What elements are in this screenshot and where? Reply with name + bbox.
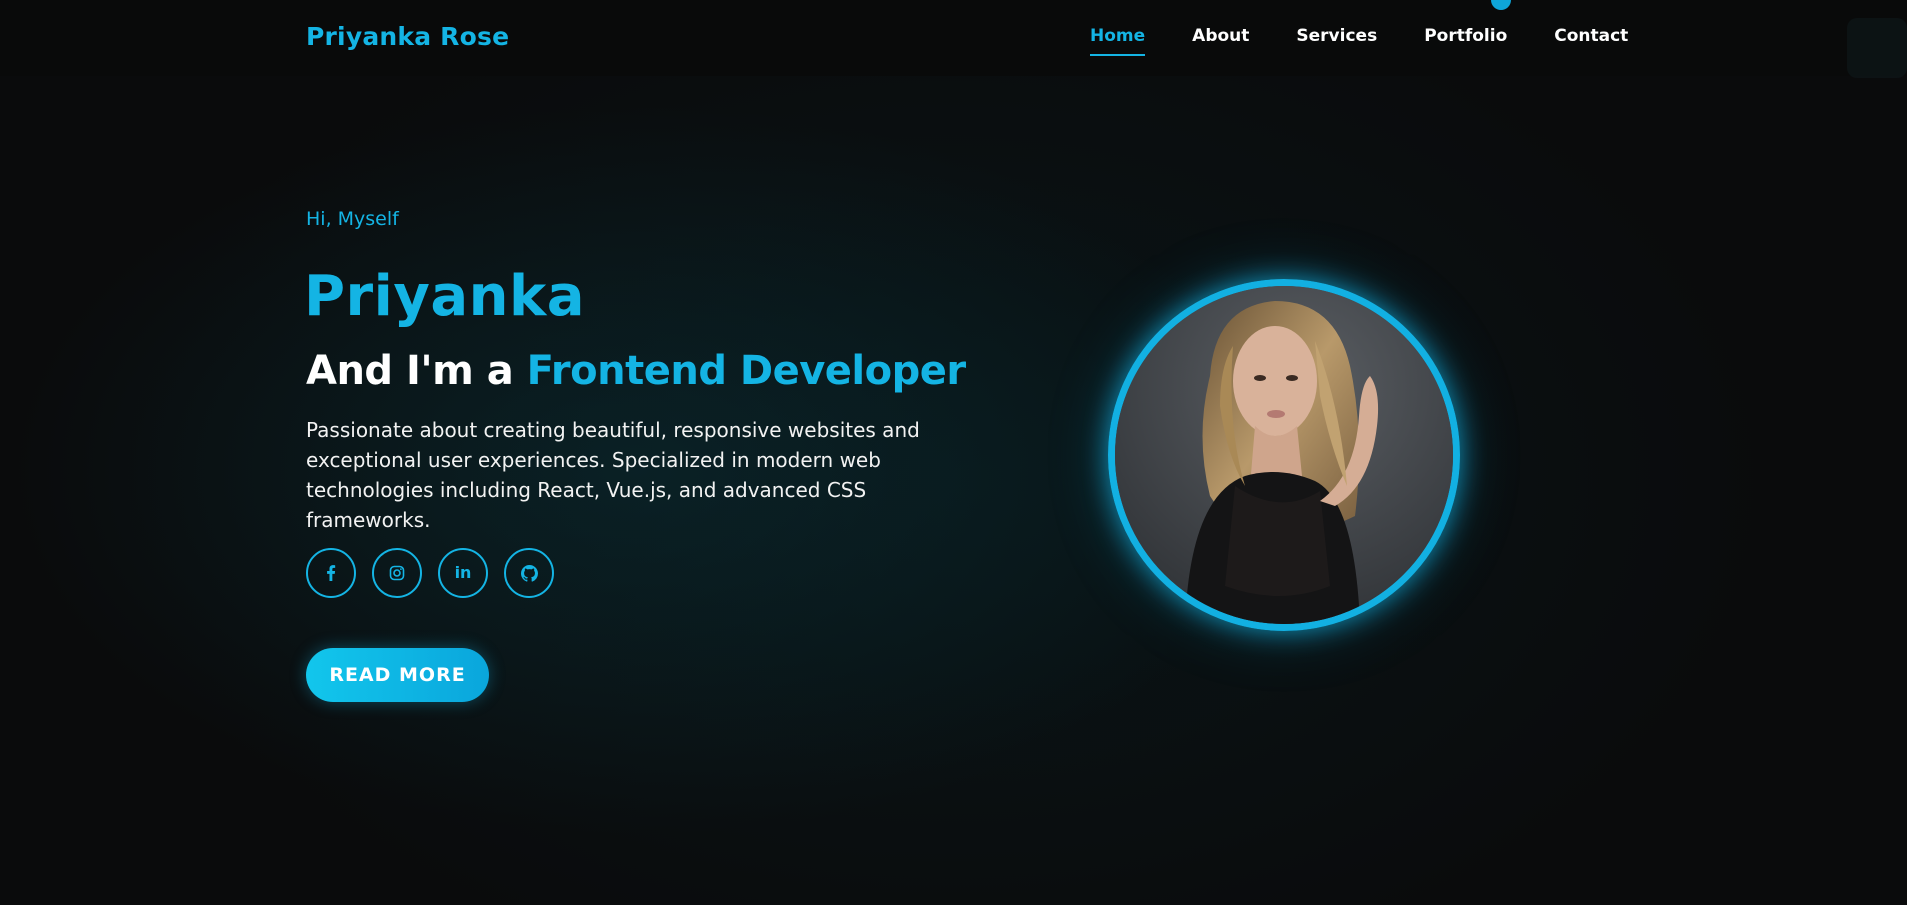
nav-link-services[interactable]: Services — [1296, 26, 1377, 46]
facebook-button[interactable] — [306, 548, 356, 598]
hero-description: Passionate about creating beautiful, res… — [306, 418, 920, 532]
hero-role-prefix: And I'm a — [306, 348, 514, 394]
linkedin-icon: in — [454, 563, 472, 582]
brand-logo[interactable]: Priyanka Rose — [306, 22, 509, 51]
profile-illustration — [1115, 286, 1453, 624]
nav-links: Home About Services Portfolio Contact — [1090, 26, 1628, 56]
profile-photo — [1108, 279, 1460, 631]
instagram-button[interactable] — [372, 548, 422, 598]
navbar: Priyanka Rose Home About Services Portfo… — [0, 0, 1907, 78]
github-icon — [520, 564, 538, 582]
hero-name: Priyanka — [304, 264, 586, 329]
corner-decoration — [1847, 18, 1907, 78]
read-more-button[interactable]: READ MORE — [306, 648, 489, 702]
nav-link-about[interactable]: About — [1192, 26, 1249, 46]
github-button[interactable] — [504, 548, 554, 598]
nav-link-contact[interactable]: Contact — [1554, 26, 1628, 46]
facebook-icon — [326, 565, 336, 581]
hero-role-accent: Frontend Developer — [526, 348, 966, 394]
linkedin-button[interactable]: in — [438, 548, 488, 598]
nav-link-home[interactable]: Home — [1090, 26, 1146, 56]
nav-indicator-dot — [1491, 0, 1511, 10]
instagram-icon — [389, 565, 405, 581]
hero-role: And I'm a Frontend Developer — [306, 348, 966, 394]
nav-link-portfolio[interactable]: Portfolio — [1424, 26, 1507, 46]
hero-greeting: Hi, Myself — [306, 208, 399, 230]
social-links: in — [306, 548, 570, 598]
